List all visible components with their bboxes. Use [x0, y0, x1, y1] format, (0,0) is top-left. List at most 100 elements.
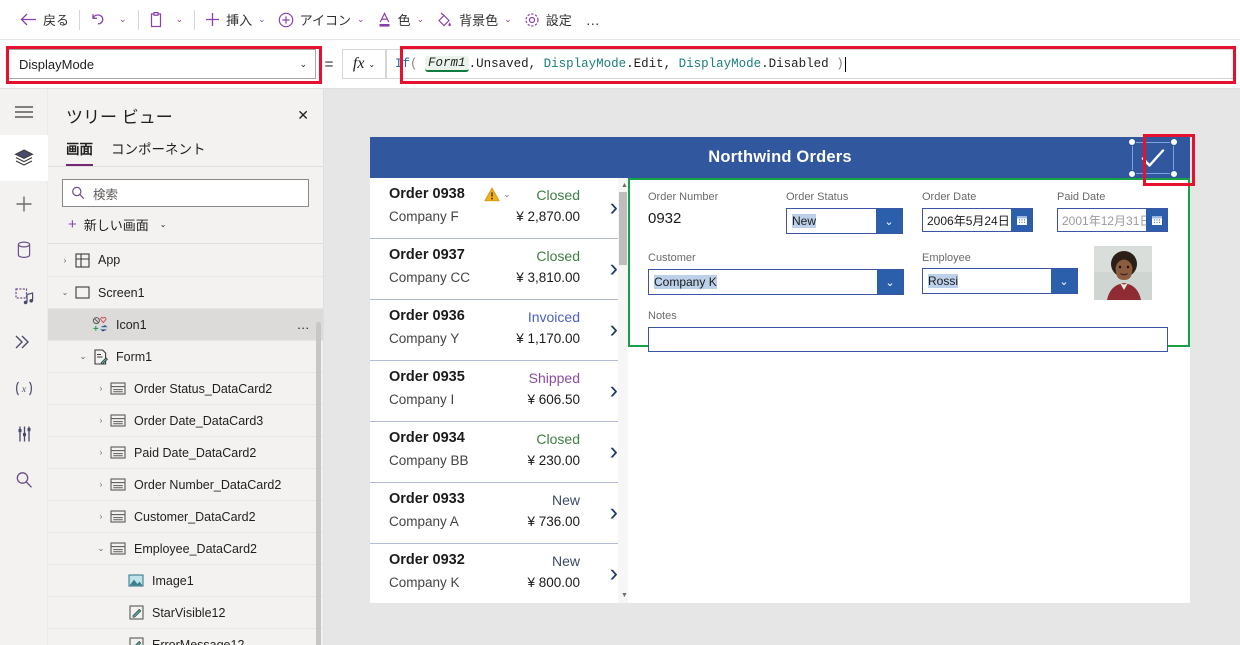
- tree-node-paid-date-datacard2[interactable]: › Paid Date_DataCard2: [48, 436, 323, 468]
- chevron-right-icon[interactable]: ›: [610, 317, 618, 342]
- app-checker-tools-icon[interactable]: [0, 411, 48, 457]
- order-date-picker[interactable]: 2006年5月24日: [922, 208, 1033, 232]
- icons-button[interactable]: アイコン ⌄: [272, 4, 371, 36]
- chevron-right-icon[interactable]: ›: [94, 384, 108, 393]
- tree-node-order-status-datacard2[interactable]: › Order Status_DataCard2: [48, 372, 323, 404]
- overflow-menu-button[interactable]: …: [578, 12, 610, 28]
- chevron-right-icon[interactable]: ›: [94, 448, 108, 457]
- customer-value: Company K: [654, 275, 717, 289]
- resize-handle-sw[interactable]: [1128, 170, 1136, 178]
- checkmark-icon[interactable]: [1132, 142, 1174, 174]
- tab-components[interactable]: コンポーネント: [111, 138, 206, 166]
- resize-handle-se[interactable]: [1170, 170, 1178, 178]
- form-icon: [90, 348, 110, 365]
- tree-node-app[interactable]: › App: [48, 244, 323, 276]
- chevron-right-icon[interactable]: ›: [58, 256, 72, 265]
- gallery-row[interactable]: Order 0938 Company F ⌄ Closed ¥ 2,870.00 ›: [370, 178, 628, 239]
- chevron-down-icon[interactable]: ⌄: [877, 270, 903, 294]
- order-status: Closed: [536, 431, 580, 447]
- gallery-scrollbar[interactable]: ▲ ▼: [618, 178, 628, 603]
- undo-dropdown[interactable]: ⌄: [112, 4, 134, 36]
- order-company: Company F: [389, 209, 459, 224]
- search-icon[interactable]: [0, 457, 48, 503]
- tree-node-order-number-datacard2[interactable]: › Order Number_DataCard2: [48, 468, 323, 500]
- power-automate-icon[interactable]: [0, 319, 48, 365]
- tree-node-screen1[interactable]: ⌄ Screen1: [48, 276, 323, 308]
- chevron-right-icon[interactable]: ›: [610, 439, 618, 464]
- orders-gallery[interactable]: Order 0938 Company F ⌄ Closed ¥ 2,870.00 › Ord…: [370, 178, 628, 603]
- calendar-icon[interactable]: [1146, 209, 1167, 231]
- chevron-right-icon[interactable]: ›: [94, 416, 108, 425]
- data-source-icon[interactable]: [0, 227, 48, 273]
- chevron-down-icon[interactable]: ⌄: [503, 189, 511, 200]
- chevron-down-icon[interactable]: ⌄: [94, 544, 108, 553]
- chevron-right-icon[interactable]: ›: [610, 500, 618, 525]
- plus-icon: +: [68, 216, 77, 233]
- resize-handle-nw[interactable]: [1128, 138, 1136, 146]
- settings-button[interactable]: 設定: [518, 4, 578, 36]
- gallery-row[interactable]: Order 0933 Company A New ¥ 736.00 ›: [370, 483, 628, 544]
- order-number: Order 0936: [389, 308, 465, 324]
- background-color-button[interactable]: 背景色 ⌄: [430, 4, 518, 36]
- tree-node-employee-datacard2[interactable]: ⌄ Employee_DataCard2: [48, 532, 323, 564]
- tab-screens[interactable]: 画面: [66, 138, 93, 166]
- checkmark-icon-selection[interactable]: [1128, 138, 1178, 178]
- close-icon[interactable]: ✕: [297, 107, 309, 124]
- tree-scrollbar[interactable]: [316, 322, 321, 645]
- employee-dropdown[interactable]: Rossi ⌄: [922, 268, 1078, 294]
- insert-button[interactable]: 挿入 ⌄: [199, 4, 272, 36]
- formula-bar[interactable]: If( Form1 .Unsaved, DisplayMode .Edit, Dis…: [386, 49, 1236, 79]
- warning-indicator[interactable]: ⌄: [484, 187, 511, 202]
- gallery-row[interactable]: Order 0937 Company CC Closed ¥ 3,810.00 ›: [370, 239, 628, 300]
- gallery-row[interactable]: Order 0936 Company Y Invoiced ¥ 1,170.00 ›: [370, 300, 628, 361]
- order-date-value: 2006年5月24日: [927, 213, 1010, 228]
- paid-date-picker[interactable]: 2001年12月31日: [1057, 208, 1168, 232]
- color-button[interactable]: 色 ⌄: [371, 4, 431, 36]
- resize-handle-ne[interactable]: [1170, 138, 1178, 146]
- chevron-right-icon[interactable]: ›: [610, 195, 618, 220]
- search-input[interactable]: 検索: [62, 179, 309, 207]
- chevron-down-icon[interactable]: ⌄: [76, 352, 90, 361]
- node-context-menu-button[interactable]: …: [297, 317, 311, 332]
- gallery-row[interactable]: Order 0935 Company I Shipped ¥ 606.50 ›: [370, 361, 628, 422]
- hamburger-menu-icon[interactable]: [0, 89, 48, 135]
- chevron-right-icon[interactable]: ›: [94, 480, 108, 489]
- property-selector[interactable]: DisplayMode ⌄: [8, 49, 316, 79]
- tree-node-image1[interactable]: Image1: [48, 564, 323, 596]
- font-color-icon: [377, 11, 392, 28]
- scroll-up-arrow-icon[interactable]: ▲: [621, 182, 628, 189]
- tree-node-customer-datacard2[interactable]: › Customer_DataCard2: [48, 500, 323, 532]
- variables-icon[interactable]: x: [0, 365, 48, 411]
- tree-node-icon1[interactable]: Icon1…: [48, 308, 323, 340]
- chevron-down-icon[interactable]: ⌄: [876, 209, 902, 233]
- chevron-right-icon[interactable]: ›: [94, 512, 108, 521]
- calendar-icon[interactable]: [1011, 209, 1032, 231]
- tree-node-order-date-datacard3[interactable]: › Order Date_DataCard3: [48, 404, 323, 436]
- gallery-row[interactable]: Order 0934 Company BB Closed ¥ 230.00 ›: [370, 422, 628, 483]
- paste-dropdown[interactable]: ⌄: [169, 4, 191, 36]
- tree-node-errormessage12[interactable]: ErrorMessage12: [48, 628, 323, 645]
- chevron-right-icon[interactable]: ›: [610, 378, 618, 403]
- employee-label: Employee: [922, 252, 971, 264]
- chevron-right-icon[interactable]: ›: [610, 256, 618, 281]
- scroll-down-arrow-icon[interactable]: ▼: [621, 592, 628, 599]
- fx-button[interactable]: fx ⌄: [342, 49, 386, 79]
- paste-button[interactable]: [143, 4, 169, 36]
- undo-button[interactable]: [84, 4, 112, 36]
- notes-input[interactable]: [648, 327, 1168, 352]
- gallery-scroll-thumb[interactable]: [619, 192, 627, 265]
- chevron-down-icon[interactable]: ⌄: [58, 288, 72, 297]
- tree-view-layers-icon[interactable]: [0, 135, 48, 181]
- gallery-row[interactable]: Order 0932 Company K New ¥ 800.00 ›: [370, 544, 628, 603]
- tree-node-form1[interactable]: ⌄ Form1: [48, 340, 323, 372]
- insert-plus-icon[interactable]: [0, 181, 48, 227]
- chevron-right-icon[interactable]: ›: [610, 561, 618, 586]
- media-icon[interactable]: [0, 273, 48, 319]
- back-button[interactable]: 戻る: [14, 4, 75, 36]
- new-screen-button[interactable]: + 新しい画面 ⌄: [48, 207, 323, 244]
- order-status-dropdown[interactable]: New ⌄: [786, 208, 903, 234]
- customer-dropdown[interactable]: Company K ⌄: [648, 269, 904, 295]
- order-detail-form[interactable]: Order Number 0932 Order Status New ⌄ Ord…: [628, 178, 1190, 352]
- tree-node-starvisible12[interactable]: StarVisible12: [48, 596, 323, 628]
- chevron-down-icon[interactable]: ⌄: [1051, 269, 1077, 293]
